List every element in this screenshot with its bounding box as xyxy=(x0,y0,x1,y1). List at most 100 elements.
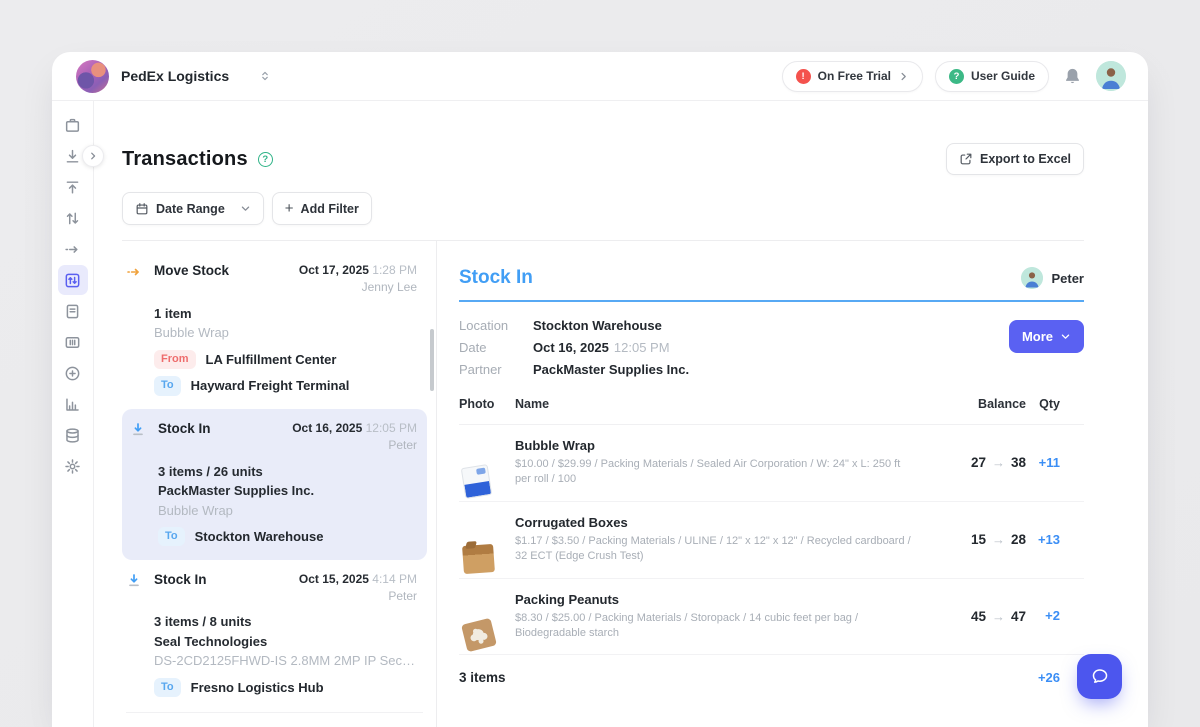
to-badge: To xyxy=(154,376,181,395)
transaction-time: 12:05 PM xyxy=(366,421,417,435)
free-trial-button[interactable]: ! On Free Trial xyxy=(782,61,923,92)
transaction-product: Bubble Wrap xyxy=(158,501,417,521)
sidebar-item-board[interactable] xyxy=(58,327,88,357)
app-window: PedEx Logistics ! On Free Trial ? User G… xyxy=(52,52,1148,727)
trial-alert-icon: ! xyxy=(796,69,811,84)
balance-after: 38 xyxy=(1011,455,1026,470)
balance-before: 45 xyxy=(971,609,986,624)
transaction-user: Jenny Lee xyxy=(299,279,417,296)
document-icon xyxy=(64,303,81,320)
sidebar-item-transactions[interactable] xyxy=(58,265,88,295)
stock-in-icon xyxy=(130,420,158,438)
balance-before: 15 xyxy=(971,532,986,547)
product-name: Bubble Wrap xyxy=(515,438,912,453)
sidebar-item-documents[interactable] xyxy=(58,296,88,326)
time-value: 12:05 PM xyxy=(614,340,670,355)
balance-after: 28 xyxy=(1011,532,1026,547)
from-badge: From xyxy=(154,350,196,369)
page-help-icon[interactable]: ? xyxy=(258,152,273,167)
stock-out-icon xyxy=(64,179,81,196)
table-row[interactable]: Packing Peanuts $8.30 / $25.00 / Packing… xyxy=(459,579,1084,656)
product-details: $8.30 / $25.00 / Packing Materials / Sto… xyxy=(515,611,912,642)
transaction-item-stock-in[interactable]: Stock In Oct 15, 2025 4:14 PM Peter 3 it… xyxy=(122,560,427,711)
move-stock-menu-icon xyxy=(64,241,81,258)
add-filter-label: Add Filter xyxy=(301,202,359,216)
transaction-type: Stock In xyxy=(158,420,292,436)
column-header-photo: Photo xyxy=(459,397,515,411)
transaction-time: 1:28 PM xyxy=(372,263,417,277)
to-location: Stockton Warehouse xyxy=(195,527,324,547)
partner-value: PackMaster Supplies Inc. xyxy=(533,362,689,377)
date-value: Oct 16, 2025 xyxy=(533,340,609,355)
app-name: PedEx Logistics xyxy=(121,68,229,84)
arrow-right-icon: → xyxy=(992,609,1005,624)
more-button[interactable]: More xyxy=(1009,320,1084,353)
stock-in-icon xyxy=(64,148,81,165)
items-table: Photo Name Balance Qty Bubble Wrap $10.0… xyxy=(459,397,1084,685)
transactions-icon xyxy=(64,272,81,289)
table-row[interactable]: Corrugated Boxes $1.17 / $3.50 / Packing… xyxy=(459,502,1084,579)
transaction-list: Move Stock Oct 17, 2025 1:28 PM Jenny Le… xyxy=(122,241,437,727)
add-circle-icon xyxy=(64,365,81,382)
database-icon xyxy=(64,427,81,444)
transaction-user: Peter xyxy=(299,588,417,605)
calendar-icon xyxy=(135,202,149,216)
product-name: Packing Peanuts xyxy=(515,592,912,607)
move-stock-icon xyxy=(126,262,154,280)
transaction-item-stock-in-selected[interactable]: Stock In Oct 16, 2025 12:05 PM Peter 3 i… xyxy=(122,409,427,560)
add-filter-button[interactable]: + Add Filter xyxy=(272,192,372,225)
items-count: 3 items xyxy=(459,670,506,685)
detail-title: Stock In xyxy=(459,267,533,289)
column-header-name: Name xyxy=(515,397,930,411)
transaction-date: Oct 16, 2025 xyxy=(292,421,362,435)
to-badge: To xyxy=(158,527,185,546)
export-label: Export to Excel xyxy=(980,152,1071,166)
workspace-switcher-icon[interactable] xyxy=(259,69,271,83)
chat-bubble-icon xyxy=(1089,667,1111,687)
date-label: Date xyxy=(459,340,533,355)
balance-before: 27 xyxy=(971,455,986,470)
more-label: More xyxy=(1022,329,1053,344)
location-label: Location xyxy=(459,318,533,333)
transaction-summary: 3 items / 8 units xyxy=(154,612,417,632)
sidebar-item-transfer[interactable] xyxy=(58,203,88,233)
gear-icon xyxy=(64,458,81,475)
transaction-detail-panel: Stock In Peter Location Stockton Wareh xyxy=(437,241,1084,727)
qty-change: +11 xyxy=(1039,455,1060,470)
sidebar-expand-button[interactable] xyxy=(82,145,104,167)
user-guide-label: User Guide xyxy=(971,69,1035,83)
qty-change: +2 xyxy=(1045,608,1060,623)
transaction-item-stock-in[interactable]: Stock In Oct 15, 2025 11:30 AM Jenny Lee… xyxy=(122,715,427,727)
sidebar-item-move-stock[interactable] xyxy=(58,234,88,264)
sidebar-item-reports[interactable] xyxy=(58,389,88,419)
sidebar-item-add[interactable] xyxy=(58,358,88,388)
notifications-bell-icon[interactable] xyxy=(1063,67,1082,86)
transaction-partner: Seal Technologies xyxy=(154,632,417,652)
chat-support-button[interactable] xyxy=(1077,654,1122,699)
export-to-excel-button[interactable]: Export to Excel xyxy=(946,143,1084,175)
date-range-button[interactable]: Date Range xyxy=(122,192,264,225)
user-guide-button[interactable]: ? User Guide xyxy=(935,61,1049,92)
user-avatar[interactable] xyxy=(1096,61,1126,91)
transaction-item-move-stock[interactable]: Move Stock Oct 17, 2025 1:28 PM Jenny Le… xyxy=(122,251,427,409)
table-row[interactable]: Bubble Wrap $10.00 / $29.99 / Packing Ma… xyxy=(459,425,1084,502)
app-logo xyxy=(76,60,109,93)
divider xyxy=(126,712,423,713)
sidebar-item-packages[interactable] xyxy=(58,110,88,140)
free-trial-label: On Free Trial xyxy=(818,69,891,83)
board-icon xyxy=(64,334,81,351)
plus-icon: + xyxy=(285,201,294,216)
transaction-time: 4:14 PM xyxy=(372,572,417,586)
sidebar-item-database[interactable] xyxy=(58,420,88,450)
to-location: Hayward Freight Terminal xyxy=(191,376,350,396)
package-icon xyxy=(64,117,81,134)
transaction-product: DS-2CD2125FHWD-IS 2.8MM 2MP IP Security … xyxy=(154,651,416,671)
sidebar-item-settings[interactable] xyxy=(58,451,88,481)
transaction-summary: 1 item xyxy=(154,304,417,324)
detail-user-name: Peter xyxy=(1051,271,1084,286)
list-scrollbar-thumb[interactable] xyxy=(430,329,434,391)
sidebar-item-stock-out[interactable] xyxy=(58,172,88,202)
transaction-type: Move Stock xyxy=(154,262,299,278)
transaction-user: Peter xyxy=(292,437,417,454)
sidebar xyxy=(52,101,94,727)
